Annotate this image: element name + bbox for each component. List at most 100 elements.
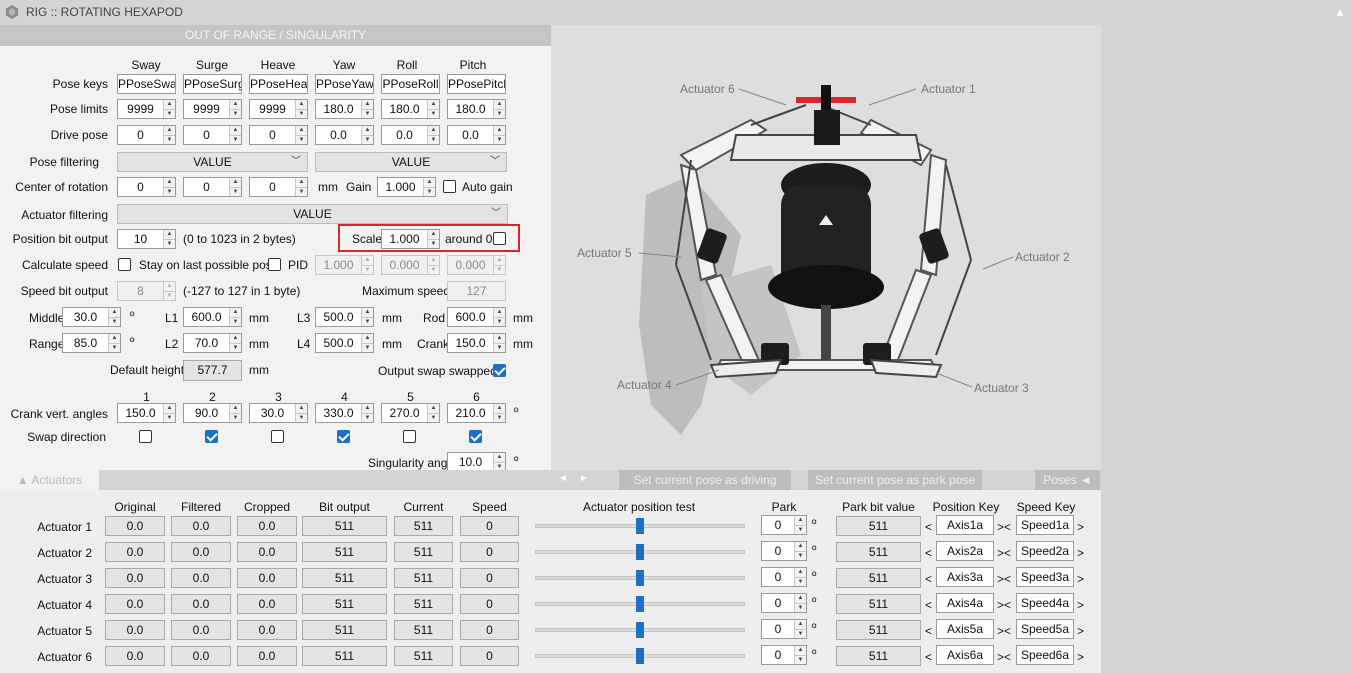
- actuator-6-position-slider[interactable]: [535, 648, 745, 664]
- actuator-5-park-input[interactable]: 0 ▲ ▼: [761, 619, 807, 639]
- actuator-1-position-key[interactable]: Axis1a: [936, 515, 994, 535]
- scale-input[interactable]: 1.000 ▲ ▼: [381, 229, 440, 249]
- crank-angle-4[interactable]: 330.0 ▲ ▼: [315, 403, 374, 423]
- actuator-5-speed-key[interactable]: Speed5a: [1016, 619, 1074, 639]
- poses-button[interactable]: Poses ◄: [1035, 470, 1100, 490]
- l1-input[interactable]: 600.0 ▲ ▼: [183, 307, 242, 327]
- singularity-input[interactable]: 10.0 ▲ ▼: [447, 452, 506, 472]
- l3-input[interactable]: 500.0 ▲ ▼: [315, 307, 374, 327]
- actuator-4-park-input[interactable]: 0 ▲ ▼: [761, 593, 807, 613]
- pose-limit-surge[interactable]: 9999 ▲ ▼: [183, 99, 242, 119]
- actuator-6-speed-key[interactable]: Speed6a: [1016, 645, 1074, 665]
- speed-bit-input[interactable]: 8 ▲ ▼: [117, 281, 176, 301]
- middle-input[interactable]: 30.0 ▲ ▼: [62, 307, 121, 327]
- next-icon[interactable]: ►: [579, 473, 589, 484]
- pid-i-input[interactable]: 0.000 ▲ ▼: [381, 255, 440, 275]
- drive-pose-surge[interactable]: 0 ▲ ▼: [183, 125, 242, 145]
- actuator-1-slider-thumb[interactable]: [636, 518, 644, 534]
- actuator-5-slider-thumb[interactable]: [636, 622, 644, 638]
- drive-pose-pitch[interactable]: 0.0 ▲ ▼: [447, 125, 506, 145]
- actuator-2-slider-thumb[interactable]: [636, 544, 644, 560]
- swap-checkbox-2[interactable]: [205, 430, 218, 443]
- pose-limit-yaw[interactable]: 180.0 ▲ ▼: [315, 99, 374, 119]
- calc-speed-checkbox[interactable]: [118, 258, 131, 271]
- crank-angle-5[interactable]: 270.0 ▲ ▼: [381, 403, 440, 423]
- crank-angle-2[interactable]: 90.0 ▲ ▼: [183, 403, 242, 423]
- actuator-5-current: 511: [394, 620, 453, 640]
- center-rotation-z[interactable]: 0 ▲ ▼: [249, 177, 308, 197]
- around-zero-checkbox[interactable]: [493, 232, 506, 245]
- set-driving-pose-button[interactable]: Set current pose as driving pose: [619, 470, 791, 507]
- swap-checkbox-1[interactable]: [139, 430, 152, 443]
- drive-pose-roll[interactable]: 0.0 ▲ ▼: [381, 125, 440, 145]
- pose-filtering-select-1[interactable]: VALUE ﹀: [117, 152, 308, 172]
- center-rotation-x[interactable]: 0 ▲ ▼: [117, 177, 176, 197]
- l4-input[interactable]: 500.0 ▲ ▼: [315, 333, 374, 353]
- pose-limit-roll[interactable]: 180.0 ▲ ▼: [381, 99, 440, 119]
- pid-p-input[interactable]: 1.000 ▲ ▼: [315, 255, 374, 275]
- actuator-4-slider-thumb[interactable]: [636, 596, 644, 612]
- pid-checkbox[interactable]: [268, 258, 281, 271]
- actuator-3-slider-thumb[interactable]: [636, 570, 644, 586]
- crank-angle-6[interactable]: 210.0 ▲ ▼: [447, 403, 506, 423]
- actuator-2-park-input[interactable]: 0 ▲ ▼: [761, 541, 807, 561]
- actuator-3-park-input[interactable]: 0 ▲ ▼: [761, 567, 807, 587]
- auto-gain-checkbox[interactable]: [443, 180, 456, 193]
- actuator-4-position-key[interactable]: Axis4a: [936, 593, 994, 613]
- gain-input[interactable]: 1.000 ▲ ▼: [377, 177, 436, 197]
- set-park-pose-button[interactable]: Set current pose as park pose: [808, 470, 982, 490]
- l4-unit: mm: [382, 337, 402, 351]
- crank-input[interactable]: 150.0 ▲ ▼: [447, 333, 506, 353]
- chevron-down-icon: ﹀: [491, 208, 501, 219]
- actuator-2-position-slider[interactable]: [535, 544, 745, 560]
- l2-input[interactable]: 70.0 ▲ ▼: [183, 333, 242, 353]
- pose-key-pitch[interactable]: PPosePitch: [447, 74, 506, 94]
- drive-pose-yaw[interactable]: 0.0 ▲ ▼: [315, 125, 374, 145]
- prev-icon[interactable]: ◄: [558, 473, 568, 484]
- crank-angle-1[interactable]: 150.0 ▲ ▼: [117, 403, 176, 423]
- pose-key-sway[interactable]: PPoseSway: [117, 74, 176, 94]
- pose-limit-sway[interactable]: 9999 ▲ ▼: [117, 99, 176, 119]
- output-swap-checkbox[interactable]: [493, 364, 506, 377]
- actuator-1-position-slider[interactable]: [535, 518, 745, 534]
- actuator-6-park-input[interactable]: 0 ▲ ▼: [761, 645, 807, 665]
- range-input[interactable]: 85.0 ▲ ▼: [62, 333, 121, 353]
- rod-input[interactable]: 600.0 ▲ ▼: [447, 307, 506, 327]
- swap-checkbox-5[interactable]: [403, 430, 416, 443]
- actuator-6-bit-output: 511: [302, 646, 387, 666]
- actuators-tab[interactable]: ▲ Actuators: [0, 470, 99, 490]
- actuator-6-slider-thumb[interactable]: [636, 648, 644, 664]
- actuator-6-position-key[interactable]: Axis6a: [936, 645, 994, 665]
- drive-pose-sway[interactable]: 0 ▲ ▼: [117, 125, 176, 145]
- actuator-1-speed-key[interactable]: Speed1a: [1016, 515, 1074, 535]
- actuator-4-speed-key[interactable]: Speed4a: [1016, 593, 1074, 613]
- pose-filtering-select-2[interactable]: VALUE ﹀: [315, 152, 507, 172]
- actuator-5-park-bit: 511: [836, 620, 921, 640]
- actuator-1-park-input[interactable]: 0 ▲ ▼: [761, 515, 807, 535]
- pid-d-input[interactable]: 0.000 ▲ ▼: [447, 255, 506, 275]
- actuator-2-position-key[interactable]: Axis2a: [936, 541, 994, 561]
- position-bit-input[interactable]: 10 ▲ ▼: [117, 229, 176, 249]
- actuator-5-position-key[interactable]: Axis5a: [936, 619, 994, 639]
- actuator-3-lt: <: [925, 572, 933, 586]
- pose-key-surge[interactable]: PPoseSurge: [183, 74, 242, 94]
- swap-checkbox-4[interactable]: [337, 430, 350, 443]
- swap-checkbox-6[interactable]: [469, 430, 482, 443]
- pose-limit-pitch[interactable]: 180.0 ▲ ▼: [447, 99, 506, 119]
- crank-angle-3[interactable]: 30.0 ▲ ▼: [249, 403, 308, 423]
- pose-key-yaw[interactable]: PPoseYaw: [315, 74, 374, 94]
- actuator-3-speed-key[interactable]: Speed3a: [1016, 567, 1074, 587]
- pose-limit-heave[interactable]: 9999 ▲ ▼: [249, 99, 308, 119]
- actuator-5-position-slider[interactable]: [535, 622, 745, 638]
- drive-pose-heave[interactable]: 0 ▲ ▼: [249, 125, 308, 145]
- center-rotation-y[interactable]: 0 ▲ ▼: [183, 177, 242, 197]
- pose-key-roll[interactable]: PPoseRoll: [381, 74, 440, 94]
- actuator-4-position-slider[interactable]: [535, 596, 745, 612]
- collapse-icon[interactable]: ▲: [1334, 5, 1346, 19]
- swap-checkbox-3[interactable]: [271, 430, 284, 443]
- pose-key-heave[interactable]: PPoseHeave: [249, 74, 308, 94]
- actuator-2-speed-key[interactable]: Speed2a: [1016, 541, 1074, 561]
- actuator-3-position-slider[interactable]: [535, 570, 745, 586]
- actuator-3-position-key[interactable]: Axis3a: [936, 567, 994, 587]
- actuator-filtering-select[interactable]: VALUE ﹀: [117, 204, 508, 224]
